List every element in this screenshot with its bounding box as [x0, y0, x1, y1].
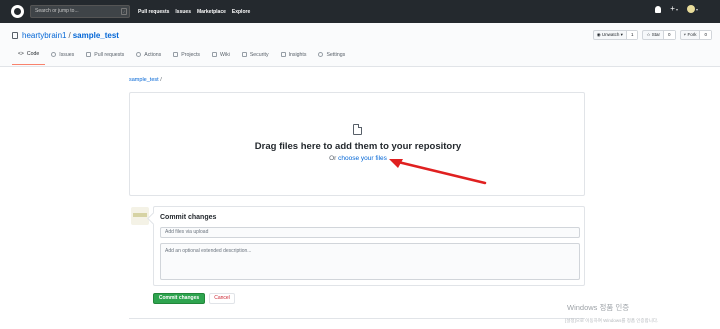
repo-actions: ◉ Unwatch ▾ 1 ☆ Star 0 ⑂ Fork 0: [592, 30, 712, 40]
github-logo-icon[interactable]: [11, 5, 24, 18]
footer-divider: [129, 318, 585, 319]
fork-button-label: ⑂ Fork: [683, 32, 697, 37]
search-shortcut-key: /: [121, 8, 127, 15]
tab-actions-label: Actions: [144, 51, 162, 58]
create-new-button[interactable]: + ▾: [670, 5, 678, 13]
fork-button[interactable]: ⑂ Fork 0: [679, 30, 712, 40]
tab-code-label: Code: [26, 51, 40, 57]
tab-actions[interactable]: Actions: [130, 48, 167, 65]
windows-activation-watermark: Windows 정품 인증: [567, 303, 630, 312]
drop-zone-subtitle: Or choose your files: [130, 155, 586, 162]
tab-pull-requests[interactable]: Pull requests: [80, 48, 130, 65]
notifications-bell-icon[interactable]: [655, 5, 662, 13]
tab-security-label: Security: [249, 51, 269, 58]
tab-wiki[interactable]: Wiki: [206, 48, 236, 65]
repo-owner-link[interactable]: heartybrain1: [22, 31, 66, 40]
watch-button-label: ◉ Unwatch ▾: [596, 32, 623, 37]
commit-changes-button[interactable]: Commit changes: [153, 293, 205, 304]
tab-issues-label: Issues: [59, 51, 75, 58]
breadcrumb: sample_test /: [129, 77, 162, 83]
repo-book-icon: [12, 32, 18, 39]
search-input[interactable]: Search or jump to... /: [30, 5, 130, 18]
user-menu-button[interactable]: ▾: [686, 5, 698, 13]
drop-zone-or-text: Or: [329, 155, 339, 162]
chevron-down-icon: ▾: [695, 6, 698, 12]
tab-code[interactable]: <> Code: [12, 48, 46, 65]
nav-marketplace[interactable]: Marketplace: [197, 9, 226, 15]
drop-zone-title: Drag files here to add them to your repo…: [254, 141, 462, 152]
repo-tabs: <> Code Issues Pull requests Actions Pro…: [12, 48, 351, 65]
tab-settings[interactable]: Settings: [312, 48, 351, 65]
repo-name-link[interactable]: sample_test: [73, 31, 119, 40]
code-icon: <>: [18, 51, 24, 57]
shield-icon: [241, 52, 247, 57]
tab-insights-label: Insights: [288, 51, 307, 58]
fork-count[interactable]: 0: [699, 31, 711, 39]
nav-explore[interactable]: Explore: [232, 9, 250, 15]
tab-security[interactable]: Security: [236, 48, 275, 65]
pull-request-icon: [86, 52, 92, 57]
tab-projects-label: Projects: [181, 51, 201, 58]
watch-count[interactable]: 1: [625, 31, 638, 39]
tab-wiki-label: Wiki: [220, 51, 230, 58]
cancel-button[interactable]: Cancel: [209, 293, 235, 304]
chevron-down-icon: ▾: [675, 6, 678, 12]
commit-form: Commit changes Add files via upload Add …: [153, 206, 585, 286]
windows-activation-subtext: [설정]으로 이동하여 Windows를 정품 인증합니다.: [565, 318, 659, 323]
commit-description-textarea[interactable]: Add an optional extended description...: [160, 243, 580, 280]
file-icon: [353, 124, 362, 135]
tab-insights[interactable]: Insights: [275, 48, 313, 65]
repo-title-separator: /: [68, 31, 71, 40]
global-header: Search or jump to... / Pull requests Iss…: [0, 0, 720, 23]
commit-form-title: Commit changes: [160, 214, 217, 221]
search-placeholder: Search or jump to...: [35, 8, 79, 14]
breadcrumb-repo-link[interactable]: sample_test: [129, 77, 159, 83]
tab-projects[interactable]: Projects: [167, 48, 206, 65]
play-icon: [136, 52, 142, 57]
nav-issues[interactable]: Issues: [175, 9, 191, 15]
star-button[interactable]: ☆ Star 0: [642, 30, 676, 40]
file-drop-zone[interactable]: Drag files here to add them to your repo…: [129, 92, 585, 196]
star-button-label: ☆ Star: [646, 32, 661, 37]
commit-author-avatar: [131, 207, 149, 225]
tab-settings-label: Settings: [326, 51, 346, 58]
project-icon: [173, 52, 179, 57]
repo-title: heartybrain1 / sample_test: [12, 31, 119, 40]
tab-issues[interactable]: Issues: [45, 48, 80, 65]
watch-button[interactable]: ◉ Unwatch ▾ 1: [592, 30, 639, 40]
star-count[interactable]: 0: [663, 31, 675, 39]
choose-files-link[interactable]: choose your files: [338, 155, 387, 162]
breadcrumb-separator: /: [160, 77, 162, 83]
commit-summary-input[interactable]: Add files via upload: [160, 227, 580, 238]
global-nav: Pull requests Issues Marketplace Explore: [138, 0, 250, 23]
plus-icon: +: [670, 4, 675, 13]
repo-header: heartybrain1 / sample_test ◉ Unwatch ▾ 1…: [0, 23, 720, 67]
graph-icon: [280, 52, 286, 57]
nav-pull-requests[interactable]: Pull requests: [138, 9, 169, 15]
issue-icon: [51, 52, 57, 57]
tab-pull-requests-label: Pull requests: [94, 51, 125, 58]
avatar: [686, 5, 695, 13]
gear-icon: [318, 52, 324, 57]
book-icon: [212, 52, 218, 57]
header-actions: + ▾ ▾: [655, 5, 698, 13]
